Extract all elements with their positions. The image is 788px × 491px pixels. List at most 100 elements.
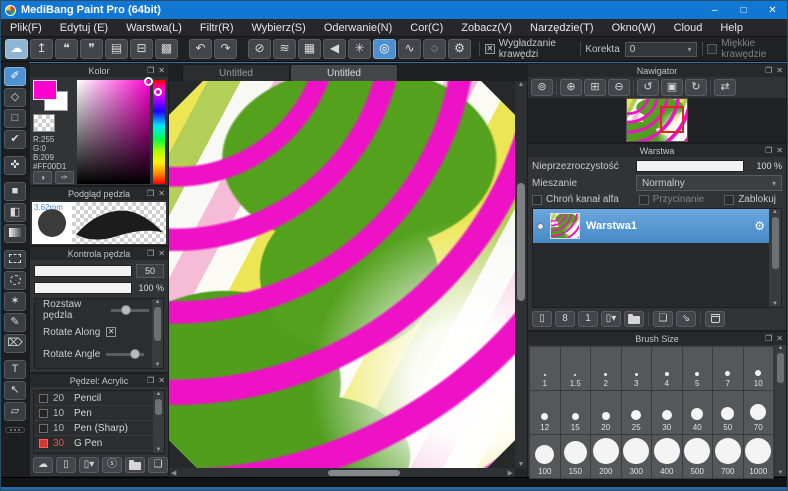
- bucket-tool-icon[interactable]: ◧: [4, 203, 26, 222]
- brush-size-100[interactable]: 100: [530, 435, 560, 478]
- document-icon[interactable]: ▤: [105, 39, 128, 59]
- options-scrollbar[interactable]: ▲ ▼: [152, 299, 163, 368]
- checkbox[interactable]: [532, 194, 542, 205]
- rozstaw-pędzla-slider[interactable]: [111, 304, 149, 315]
- brush-item-pen[interactable]: 10 Pen: [34, 406, 164, 421]
- close-icon[interactable]: ✕: [158, 374, 165, 387]
- brush-item-g-pen[interactable]: 30 G Pen: [34, 436, 164, 451]
- lasso-tool-icon[interactable]: [4, 271, 26, 290]
- blend-mode-select[interactable]: Normalny ▾: [636, 175, 782, 191]
- scroll-down-icon[interactable]: ▼: [156, 447, 162, 453]
- scroll-up-icon[interactable]: ▲: [155, 299, 161, 305]
- close-icon[interactable]: ✕: [158, 64, 165, 77]
- close-icon[interactable]: ✕: [776, 64, 783, 77]
- select-pen-tool-icon[interactable]: ✎: [4, 313, 26, 332]
- canvas-horizontal-scrollbar[interactable]: ◀ ▶: [169, 468, 515, 477]
- brush-size-1[interactable]: 1: [530, 347, 560, 390]
- brush-size-3[interactable]: 3: [621, 347, 651, 390]
- layer-check-przycinanie[interactable]: Przycinanie: [638, 194, 704, 205]
- brush-tool-icon[interactable]: ✐: [4, 67, 26, 86]
- layer-opacity-slider[interactable]: [636, 160, 744, 172]
- reset-view-icon[interactable]: ▣: [661, 79, 683, 96]
- brush-size-70[interactable]: 70: [743, 391, 773, 434]
- brush-size-7[interactable]: 7: [713, 347, 743, 390]
- brush-size-slider[interactable]: [34, 265, 132, 277]
- comment-icon[interactable]: ❝: [55, 39, 78, 59]
- close-icon[interactable]: ✕: [158, 187, 165, 200]
- brush-size-40[interactable]: 40: [682, 391, 712, 434]
- foreground-color-swatch[interactable]: [33, 80, 57, 100]
- document-tab-0[interactable]: Untitled: [182, 64, 290, 81]
- layer-check-chroń-kanał-alfa[interactable]: Chroń kanał alfa: [532, 194, 619, 205]
- brush-size-200[interactable]: 200: [591, 435, 621, 478]
- v-scroll-thumb[interactable]: [517, 183, 525, 301]
- rotate-cw-icon[interactable]: ↻: [685, 79, 707, 96]
- color-wheel-button[interactable]: ◑: [33, 171, 52, 184]
- brush-size-15[interactable]: 15: [560, 391, 590, 434]
- transparent-color-swatch[interactable]: [33, 114, 55, 132]
- toolstrip-scroll-indicator[interactable]: [5, 427, 25, 433]
- upload-brush-icon[interactable]: ☁: [33, 457, 53, 473]
- brush-size-4[interactable]: 4: [652, 347, 682, 390]
- soft-edge-checkbox[interactable]: [707, 44, 718, 54]
- h-scroll-thumb[interactable]: [328, 469, 401, 476]
- close-icon[interactable]: ✕: [776, 332, 783, 345]
- hue-cursor[interactable]: [154, 88, 162, 96]
- brush-size-2[interactable]: 2: [591, 347, 621, 390]
- document-tab-1[interactable]: Untitled: [290, 64, 398, 81]
- correction-dropdown[interactable]: 0 ▾: [624, 41, 697, 57]
- new-brush-icon[interactable]: ▯: [56, 457, 76, 473]
- new-8bit-layer-icon[interactable]: 8: [555, 311, 575, 327]
- slider-knob[interactable]: [120, 304, 131, 315]
- magic-wand-tool-icon[interactable]: ✶: [4, 292, 26, 311]
- brush-size-150[interactable]: 150: [560, 435, 590, 478]
- shape-tool-icon[interactable]: □: [4, 109, 26, 128]
- grid-edit-icon[interactable]: ▩: [155, 39, 178, 59]
- duplicate-brush-icon[interactable]: ❏: [148, 457, 168, 473]
- brush-opacity-slider[interactable]: [34, 282, 132, 294]
- saturation-value-picker[interactable]: [77, 77, 153, 184]
- brush-size-20[interactable]: 20: [591, 391, 621, 434]
- flip-view-icon[interactable]: ⇄: [714, 79, 736, 96]
- popout-icon[interactable]: ❐: [765, 144, 772, 157]
- scroll-thumb[interactable]: [771, 217, 779, 269]
- operation-tool-icon[interactable]: ↖: [4, 381, 26, 400]
- popout-icon[interactable]: ❐: [765, 64, 772, 77]
- popout-icon[interactable]: ❐: [147, 374, 154, 387]
- scroll-down-icon[interactable]: ▼: [155, 362, 161, 368]
- brush-size-1000[interactable]: 1000: [743, 435, 773, 478]
- popout-icon[interactable]: ❐: [147, 64, 154, 77]
- close-button[interactable]: ✕: [758, 1, 787, 19]
- scroll-thumb[interactable]: [155, 399, 162, 415]
- scroll-down-icon[interactable]: ▼: [778, 470, 784, 476]
- checkbox[interactable]: [724, 194, 735, 205]
- brush-size-1.5[interactable]: 1.5: [560, 347, 590, 390]
- menu-narzędzie[interactable]: Narzędzie(T): [521, 19, 603, 37]
- brush-size-5[interactable]: 5: [682, 347, 712, 390]
- layer-check-zablokuj[interactable]: Zablokuj: [724, 194, 776, 205]
- rotate-along-checkbox[interactable]: ✕: [106, 327, 117, 337]
- snap-radial-icon[interactable]: ✳: [348, 39, 371, 59]
- layer-visibility-dot[interactable]: [537, 222, 544, 230]
- menu-help[interactable]: Help: [711, 19, 752, 37]
- brush-size-30[interactable]: 30: [652, 391, 682, 434]
- fit-window-icon[interactable]: ⊞: [584, 79, 606, 96]
- select-tool-icon[interactable]: [4, 250, 26, 269]
- eyedropper-button[interactable]: ✑: [55, 171, 74, 184]
- eraser-tool-icon[interactable]: ◇: [4, 88, 26, 107]
- script-brush-icon[interactable]: ⓢ: [102, 457, 122, 473]
- brush-size-12[interactable]: 12: [530, 391, 560, 434]
- snap-ellipse-icon[interactable]: ◌: [423, 39, 446, 59]
- layer-folder-icon[interactable]: [624, 311, 644, 327]
- maximize-button[interactable]: □: [729, 1, 758, 19]
- chat-icon[interactable]: ❞: [80, 39, 103, 59]
- brush-folder-icon[interactable]: [125, 457, 145, 473]
- undo-icon[interactable]: ↶: [189, 39, 212, 59]
- zoom-out-icon[interactable]: ⊖: [608, 79, 630, 96]
- fill-rect-tool-icon[interactable]: ■: [4, 182, 26, 201]
- snap-off-icon[interactable]: ⊘: [248, 39, 271, 59]
- menu-cloud[interactable]: Cloud: [665, 19, 712, 37]
- close-icon[interactable]: ✕: [776, 144, 783, 157]
- new-1bit-layer-icon[interactable]: 1: [578, 311, 598, 327]
- brush-size-50[interactable]: 50: [713, 391, 743, 434]
